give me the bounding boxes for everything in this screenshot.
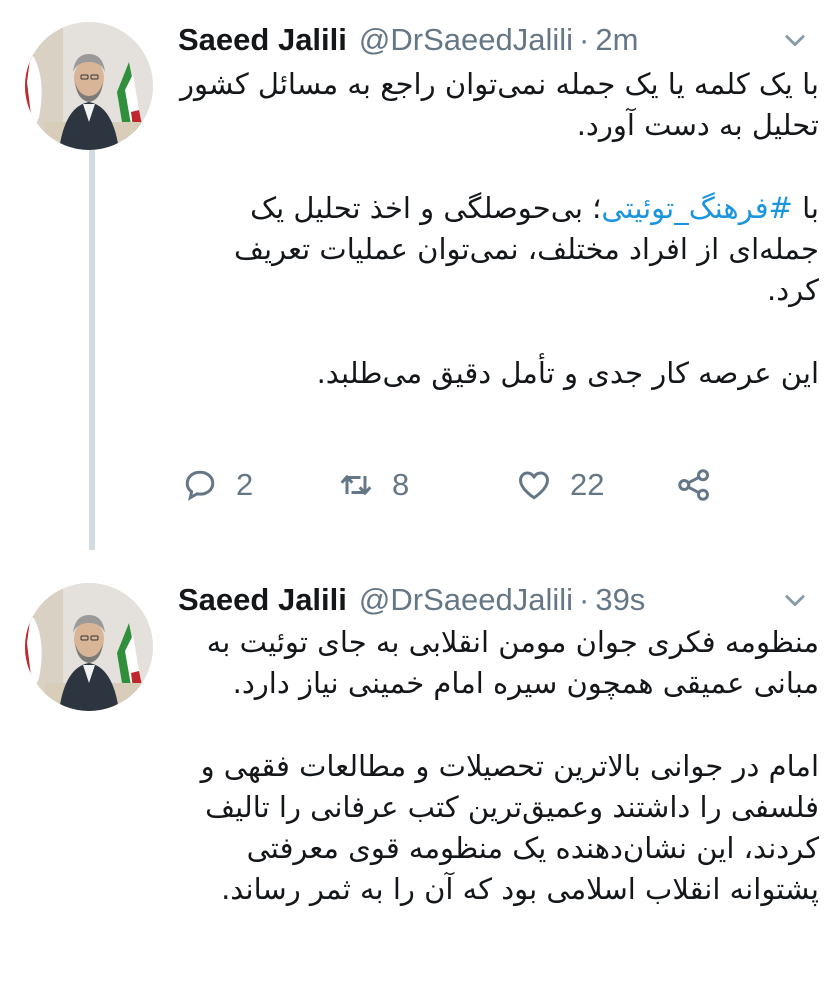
avatar-photo xyxy=(25,583,153,711)
like-count: 22 xyxy=(570,467,605,502)
tweet-thread: Saeed Jalili @DrSaeedJalili · 2m با یک ک… xyxy=(0,0,839,1000)
display-name[interactable]: Saeed Jalili xyxy=(178,22,347,58)
avatar[interactable] xyxy=(25,22,153,150)
separator-dot: · xyxy=(579,22,590,57)
avatar[interactable] xyxy=(25,583,153,711)
tweet-paragraph: منظومه فکری جوان مومن انقلابی به جای توئ… xyxy=(206,625,819,700)
tweet-text: منظومه فکری جوان مومن انقلابی به جای توئ… xyxy=(178,622,819,952)
retweet-button[interactable]: 8 xyxy=(338,465,409,505)
like-button[interactable]: 22 xyxy=(516,465,604,505)
reply-count: 2 xyxy=(236,467,254,502)
share-button[interactable] xyxy=(676,465,712,505)
timestamp[interactable]: 2m xyxy=(595,22,638,58)
avatar-photo xyxy=(25,22,153,150)
like-icon xyxy=(519,471,549,500)
chevron-down-icon[interactable] xyxy=(781,586,809,614)
tweet[interactable]: Saeed Jalili @DrSaeedJalili · 39s منظومه… xyxy=(0,560,839,1000)
tweet[interactable]: Saeed Jalili @DrSaeedJalili · 2m با یک ک… xyxy=(0,0,839,560)
tweet-paragraph: امام در جوانی بالاترین تحصیلات و مطالعات… xyxy=(200,749,819,906)
tweet-actions: 2 8 22 xyxy=(178,465,738,505)
display-name[interactable]: Saeed Jalili xyxy=(178,582,347,618)
tweet-text: با یک کلمه یا یک جمله نمی‌توان راجع به م… xyxy=(178,64,819,436)
share-icon xyxy=(678,469,709,501)
user-handle[interactable]: @DrSaeedJalili xyxy=(359,22,573,58)
tweet-paragraph-with-hashtag: با #فرهنگ_توئیتی؛ بی‌حوصلگی و اخذ تحلیل … xyxy=(178,188,819,311)
reply-button[interactable]: 2 xyxy=(182,465,253,505)
hashtag-suffix: ؛ xyxy=(582,191,602,225)
chevron-down-icon[interactable] xyxy=(781,26,809,54)
hashtag-prefix: با xyxy=(792,191,819,225)
retweet-count: 8 xyxy=(392,467,410,502)
tweet-paragraph: این عرصه کار جدی و تأمل دقیق می‌طلبد. xyxy=(316,356,819,390)
separator-dot: · xyxy=(579,582,590,617)
tweet-header: Saeed Jalili @DrSaeedJalili · 39s xyxy=(178,578,819,622)
timestamp[interactable]: 39s xyxy=(595,582,645,618)
retweet-icon xyxy=(340,475,372,495)
tweet-paragraph: با یک کلمه یا یک جمله نمی‌توان راجع به م… xyxy=(179,67,819,142)
reply-icon xyxy=(185,470,215,501)
user-handle[interactable]: @DrSaeedJalili xyxy=(359,582,573,618)
hashtag-link[interactable]: #فرهنگ_توئیتی xyxy=(601,191,792,225)
tweet-header: Saeed Jalili @DrSaeedJalili · 2m xyxy=(178,18,819,62)
